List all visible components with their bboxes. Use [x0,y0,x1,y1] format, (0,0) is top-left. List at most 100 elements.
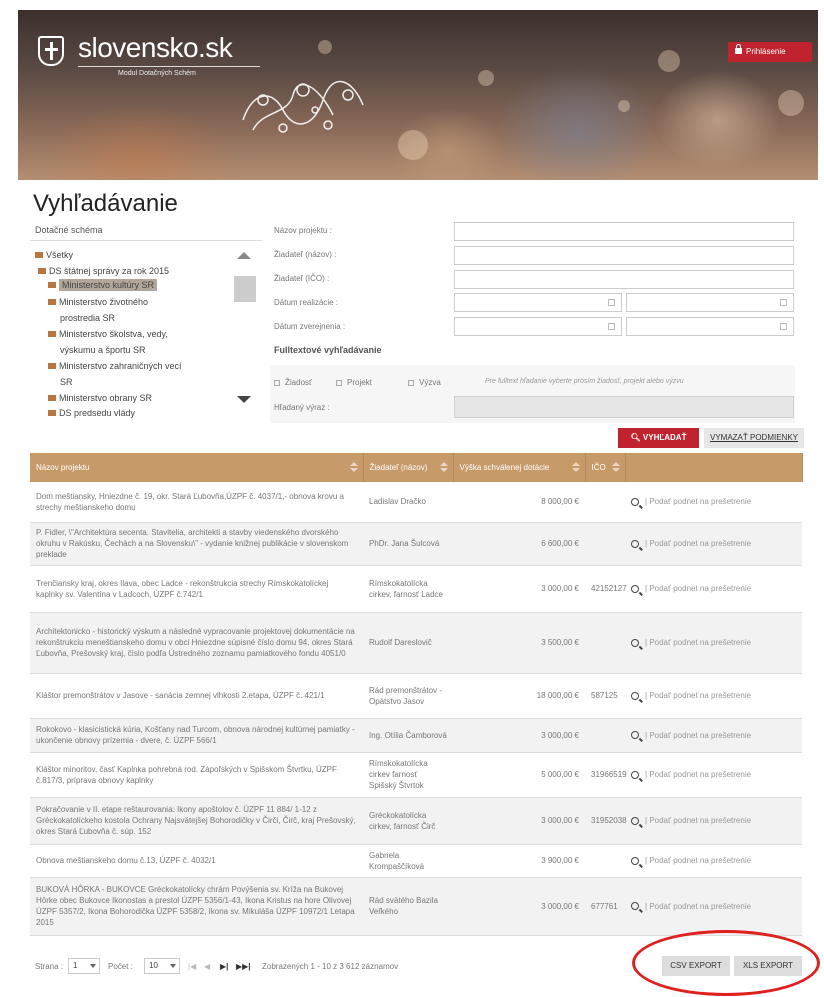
cell-ico [585,522,625,566]
folder-icon [48,282,56,288]
tree-scrollbar[interactable] [232,245,258,415]
report-link[interactable]: Podať podnet na prešetrenie [649,770,751,779]
table-row: Rokokovo - klasicistická kúria, Košťany … [30,718,802,753]
table-row: Kláštor minoritov, časť Kaplnka pohrebná… [30,752,802,798]
site-logo[interactable]: slovensko.sk [78,32,261,67]
decorative-ornament-icon [242,80,364,133]
clear-conditions-button[interactable]: VYMAZAŤ PODMIENKY [704,428,804,448]
cell-project-name: Pokračovanie v II. etape reštaurovania: … [30,797,363,845]
column-project-name[interactable]: Názov projektu [30,453,364,482]
search-icon: 🔍︎ [630,433,643,442]
login-button[interactable]: Prihlásenie [728,42,812,62]
sort-icon[interactable] [349,462,358,472]
calendar-icon[interactable] [608,299,615,306]
detail-zoom-icon[interactable] [631,638,639,647]
report-link[interactable]: Podať podnet na prešetrenie [649,691,751,700]
sort-icon[interactable] [611,462,620,472]
cell-actions: | Podať podnet na prešetrenie [625,612,802,674]
calendar-icon[interactable] [780,299,787,306]
column-amount[interactable]: Výška schválenej dotácie [453,453,586,482]
tree-item-all[interactable]: Všetky [35,249,73,261]
tree-item-education[interactable]: Ministerstvo školstva, vedy, [48,328,168,340]
folder-icon [48,331,56,337]
cell-ico [585,482,625,523]
table-row: BUKOVÁ HÔRKA - BUKOVCE Gréckokatolícky c… [30,877,802,936]
tree-item-foreign[interactable]: Ministerstvo zahraničných vecí [48,360,182,372]
cell-applicant: Rímskokatolícka cirkev, farnosť Ladce [363,565,453,613]
report-link[interactable]: Podať podnet na prešetrenie [649,497,751,506]
calendar-icon[interactable] [780,323,787,330]
tree-item-pm[interactable]: DS predsedu vlády [48,407,135,419]
detail-zoom-icon[interactable] [631,539,639,548]
folder-icon [35,252,43,258]
detail-zoom-icon[interactable] [631,498,639,507]
realization-date-from[interactable] [454,293,622,312]
checkbox-project[interactable]: Projekt [336,378,372,387]
checkbox-icon [408,379,414,386]
column-applicant[interactable]: Žiadateľ (názov) [363,453,454,482]
project-name-input[interactable] [454,222,794,241]
header-banner: slovensko.sk Modul Dotačných Schém Prihl… [18,10,818,180]
search-expression-input[interactable] [454,396,794,418]
first-page-icon[interactable]: |◀ [188,962,196,971]
cell-ico: 31966519 [585,752,627,798]
cell-amount: 18 000,00 € [453,673,585,719]
page-label: Strana : [35,962,64,971]
tree-item-environment[interactable]: Ministerstvo životného [48,296,148,308]
report-link[interactable]: Podať podnet na prešetrenie [649,731,751,740]
cell-ico [585,612,625,674]
applicant-ico-label: Žiadateľ (IČO) : [274,274,330,283]
detail-zoom-icon[interactable] [631,770,639,779]
scroll-up-icon[interactable] [237,252,251,259]
page-select[interactable]: 1 [68,958,100,974]
tree-item-education-cont[interactable]: výskumu a športu SR [60,344,146,356]
tree-scroll-thumb[interactable] [234,276,256,302]
checkbox-call[interactable]: Výzva [408,378,441,387]
cell-actions: | Podať podnet na prešetrenie [625,565,802,613]
tree-item-foreign-cont[interactable]: SR [60,376,73,388]
sort-icon[interactable] [571,462,580,472]
tree-item-environment-cont[interactable]: prostredia SR [60,312,115,324]
tree-item-ds-state[interactable]: DS štátnej správy za rok 2015 [38,265,169,277]
slovak-shield-icon[interactable] [38,36,64,66]
table-row: P. Fidler, \"Architektúra secenta. Stavi… [30,522,802,566]
report-link[interactable]: Podať podnet na prešetrenie [649,638,751,647]
publication-date-to[interactable] [626,317,794,336]
column-ico[interactable]: IČO [585,453,626,482]
sort-icon[interactable] [439,462,448,472]
report-link[interactable]: Podať podnet na prešetrenie [649,902,751,911]
search-button[interactable]: 🔍︎ VYHĽADAŤ [618,428,699,448]
detail-zoom-icon[interactable] [631,902,639,911]
last-page-icon[interactable]: ▶▶| [236,962,251,971]
detail-zoom-icon[interactable] [631,856,639,865]
publication-date-from[interactable] [454,317,622,336]
tree-item-culture[interactable]: Ministerstvo kultúry SR [48,279,158,291]
detail-zoom-icon[interactable] [631,584,639,593]
folder-icon [48,410,56,416]
cell-ico [585,844,625,878]
cell-amount: 3 000,00 € [453,718,585,753]
next-page-icon[interactable]: ▶| [220,962,228,971]
prev-page-icon[interactable]: ◀ [204,962,210,971]
report-link[interactable]: Podať podnet na prešetrenie [649,816,751,825]
calendar-icon[interactable] [608,323,615,330]
detail-zoom-icon[interactable] [631,691,639,700]
detail-zoom-icon[interactable] [631,731,639,740]
report-link[interactable]: Podať podnet na prešetrenie [649,856,751,865]
cell-actions: | Podať podnet na prešetrenie [625,482,802,523]
report-link[interactable]: Podať podnet na prešetrenie [649,584,751,593]
checkbox-request[interactable]: Žiadosť [274,378,312,387]
applicant-name-input[interactable] [454,246,794,265]
report-link[interactable]: Podať podnet na prešetrenie [649,539,751,548]
chevron-down-icon [170,964,176,968]
scroll-down-icon[interactable] [237,396,251,403]
detail-zoom-icon[interactable] [631,816,639,825]
tree-item-defense[interactable]: Ministerstvo obrany SR [48,392,152,404]
cell-actions: | Podať podnet na prešetrenie [625,673,802,719]
applicant-ico-input[interactable] [454,270,794,289]
cell-actions: | Podať podnet na prešetrenie [625,877,802,936]
checkbox-icon [274,379,280,386]
cell-amount: 6 600,00 € [453,522,585,566]
count-select[interactable]: 10 [144,958,180,974]
realization-date-to[interactable] [626,293,794,312]
